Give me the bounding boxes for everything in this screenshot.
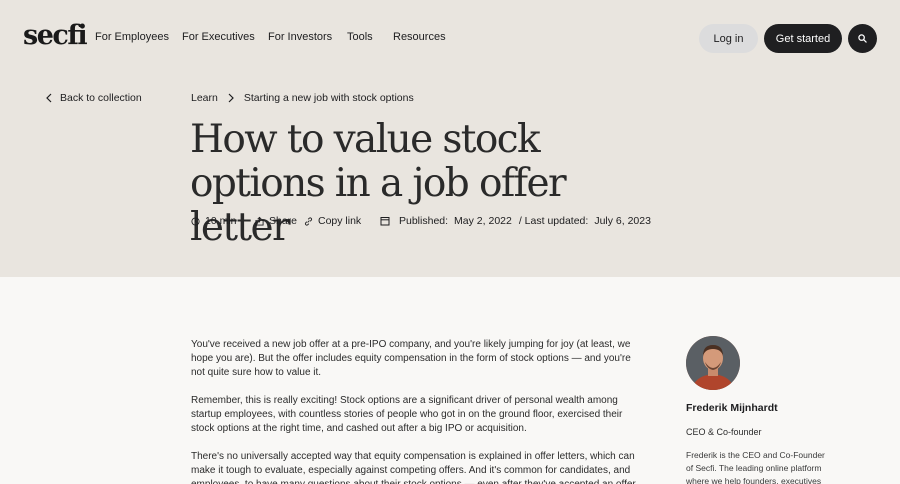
author-role: CEO & Co-founder: [686, 427, 762, 437]
chevron-left-icon: [46, 93, 52, 103]
article-paragraph: There's no universally accepted way that…: [191, 451, 638, 484]
share-button[interactable]: Share: [255, 215, 297, 227]
author-avatar: [686, 336, 740, 390]
back-to-collection-link[interactable]: Back to collection: [46, 92, 142, 104]
login-button[interactable]: Log in: [699, 24, 758, 53]
nav-for-executives[interactable]: For Executives: [182, 31, 255, 43]
get-started-button[interactable]: Get started: [764, 24, 842, 53]
author-bio: Frederik is the CEO and Co-Founder of Se…: [686, 450, 825, 484]
share-icon: [255, 216, 264, 226]
article-paragraph: Remember, this is really exciting! Stock…: [191, 395, 623, 434]
article-paragraph: You've received a new job offer at a pre…: [191, 339, 631, 378]
published-label: Published:: [399, 215, 449, 227]
nav-for-employees[interactable]: For Employees: [95, 31, 169, 43]
published-date: May 2, 2022: [454, 215, 512, 227]
breadcrumb-current[interactable]: Starting a new job with stock options: [244, 92, 414, 104]
read-time-value: 10 min: [205, 215, 237, 227]
copy-link-label: Copy link: [318, 215, 362, 227]
back-label: Back to collection: [60, 92, 142, 104]
clock-icon: [191, 216, 200, 226]
updated-date: July 6, 2023: [594, 215, 651, 227]
nav-for-investors[interactable]: For Investors: [268, 31, 332, 43]
updated-label: / Last updated:: [518, 215, 589, 227]
link-icon: [304, 216, 313, 226]
breadcrumb-learn[interactable]: Learn: [191, 92, 218, 104]
search-button[interactable]: [848, 24, 877, 53]
read-time: 10 min: [191, 215, 237, 227]
nav-resources[interactable]: Resources: [393, 31, 446, 43]
share-label: Share: [269, 215, 298, 227]
author-name[interactable]: Frederik Mijnhardt: [686, 402, 778, 414]
article-body: You've received a new job offer at a pre…: [191, 338, 641, 484]
search-icon: [858, 34, 867, 43]
publish-dates: Published: May 2, 2022 / Last updated: J…: [380, 215, 651, 227]
nav-tools[interactable]: Tools: [347, 31, 373, 43]
breadcrumb: Learn Starting a new job with stock opti…: [191, 92, 414, 104]
author-photo: [686, 336, 740, 390]
calendar-icon: [380, 217, 390, 226]
chevron-right-icon: [228, 93, 234, 103]
secfi-logo[interactable]: secfi: [23, 20, 88, 51]
page-title: How to value stock options in a job offe…: [190, 117, 567, 250]
copy-link-button[interactable]: Copy link: [304, 215, 361, 227]
